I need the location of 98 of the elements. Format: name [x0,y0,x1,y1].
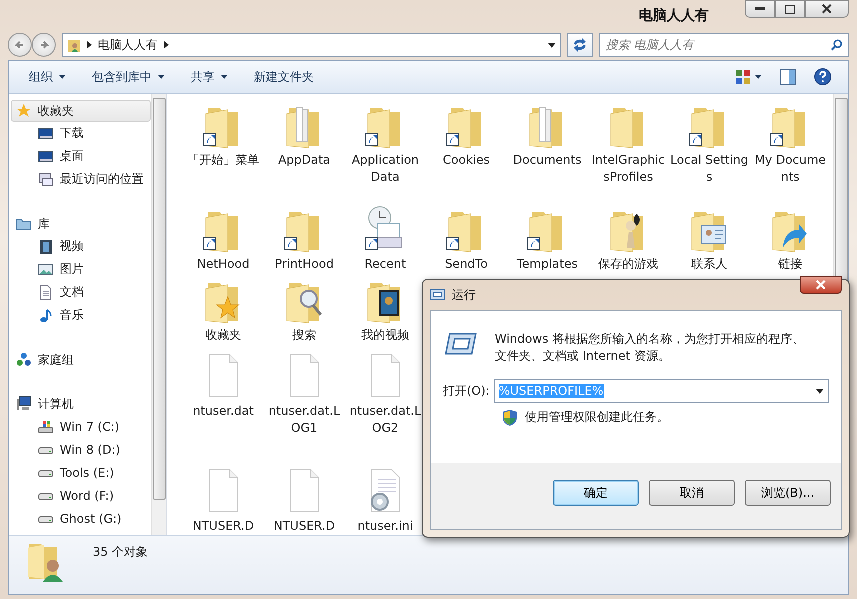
breadcrumb[interactable]: 电脑人人有 [98,36,158,54]
pane-icon [780,69,796,85]
file-name[interactable]: ntuser.dat.LOG1 [266,402,344,437]
scrollbar[interactable] [151,94,166,535]
window-title: 电脑人人有 [639,7,709,25]
back-button[interactable] [8,33,32,57]
nav-item[interactable]: 文档 [11,281,151,304]
file-name[interactable]: Documents [508,152,586,169]
forward-arrow-icon [39,40,49,50]
maximize-button[interactable] [775,0,805,18]
file-name[interactable]: ntuser.dat.LOG2 [346,402,424,437]
file-name[interactable]: Cookies [428,152,506,169]
user-folder-icon [67,37,81,53]
dialog-button[interactable]: 确定 [553,480,639,506]
dropdown-icon[interactable] [548,42,556,48]
run-icon [430,289,446,301]
file-name[interactable]: NetHood [184,256,262,273]
file-name[interactable]: ntuser.dat [184,402,262,420]
file-name[interactable]: 链接 [752,256,830,273]
status-text: 35 个对象 [93,544,148,561]
toolbar-button[interactable]: 新建文件夹 [244,64,324,90]
nav-item[interactable]: 桌面 [11,145,151,168]
maximize-icon [785,4,795,14]
file-name[interactable]: 「开始」菜单 [184,152,262,169]
file-name[interactable]: SendTo [428,256,506,273]
desktop-icon [38,148,54,164]
nav-item[interactable]: 家庭组 [11,349,151,371]
music-icon [38,308,54,324]
film-icon [38,238,54,254]
file-name[interactable]: 搜索 [266,327,344,344]
admin-note: 使用管理权限创建此任务。 [525,409,669,426]
file-name[interactable]: NTUSER.D [184,518,262,535]
toolbar-button[interactable]: 组织 [19,64,76,90]
minimize-button[interactable] [745,0,775,18]
nav-item[interactable]: 音乐 [11,304,151,327]
nav-item[interactable]: 收藏夹 [11,100,151,122]
nav-item[interactable]: Tools (E:) [11,461,151,484]
nav-item[interactable]: 视频 [11,235,151,258]
star-icon [16,103,32,119]
file-name[interactable]: Recent [346,256,424,273]
dialog-button[interactable]: 浏览(B)... [745,480,831,506]
open-label: 打开(O): [443,382,490,400]
file-name[interactable]: ntuser.ini [346,518,424,535]
help-icon [814,68,832,86]
nav-item[interactable]: 下载 [11,122,151,145]
file-name[interactable]: Application Data [346,152,424,186]
nav-item[interactable]: Win 7 (C:) [11,415,151,438]
close-button[interactable] [805,0,849,18]
file-name[interactable]: IntelGraphicsProfiles [590,152,668,186]
nav-item[interactable]: 计算机 [11,393,151,415]
toolbar-button[interactable]: 包含到库中 [82,64,175,90]
nav-item[interactable]: Word (F:) [11,484,151,507]
search-icon [831,39,843,51]
file-name[interactable]: 保存的游戏 [590,256,668,273]
caret-icon [158,75,165,79]
search-field[interactable]: 搜索 电脑人人有 [599,33,849,57]
recent-icon [38,172,54,188]
caret-icon [221,75,228,79]
file-name[interactable]: PrintHood [266,256,344,273]
dialog-title: 运行 [452,286,476,304]
dialog-button[interactable]: 取消 [649,480,735,506]
picture-icon [38,262,54,278]
nav-item[interactable]: 库 [11,213,151,235]
file-name[interactable]: AppData [266,152,344,169]
close-icon [816,280,826,290]
file-name[interactable]: NTUSER.D [266,518,344,535]
close-button[interactable] [800,276,842,294]
file-name[interactable]: My Documents [752,152,830,186]
refresh-button[interactable] [567,33,593,57]
refresh-icon [572,38,588,52]
file-name[interactable]: 收藏夹 [184,327,262,344]
nav-item[interactable]: Win 8 (D:) [11,438,151,461]
minimize-icon [755,7,765,11]
chevron-icon [87,41,92,49]
forward-button[interactable] [32,33,56,57]
toolbar-button[interactable]: 共享 [181,64,238,90]
dialog-message: Windows 将根据您所输入的名称，为您打开相应的程序、文件夹、文档或 Internet 资源。 [495,331,805,365]
back-arrow-icon [15,40,25,50]
document-icon [38,284,54,300]
close-icon [822,4,832,14]
run-icon [445,331,477,357]
desktop-icon [38,126,54,142]
nav-item[interactable]: 图片 [11,258,151,281]
computer-icon [16,396,32,412]
shield-icon [503,410,517,426]
system-drive-icon [38,418,54,434]
view-grid-icon [736,70,762,84]
dropdown-icon [816,388,824,394]
nav-item[interactable]: 最近访问的位置 [11,168,151,191]
file-name[interactable]: Templates [508,256,586,273]
chevron-icon [164,41,169,49]
file-name[interactable]: Local Settings [670,152,748,186]
file-name[interactable]: 我的视频 [346,327,424,344]
address-bar[interactable]: 电脑人人有 [62,33,561,57]
nav-item[interactable]: Ghost (G:) [11,507,151,530]
caret-icon [59,75,66,79]
homegroup-icon [16,352,32,368]
file-name[interactable]: 联系人 [670,256,748,273]
